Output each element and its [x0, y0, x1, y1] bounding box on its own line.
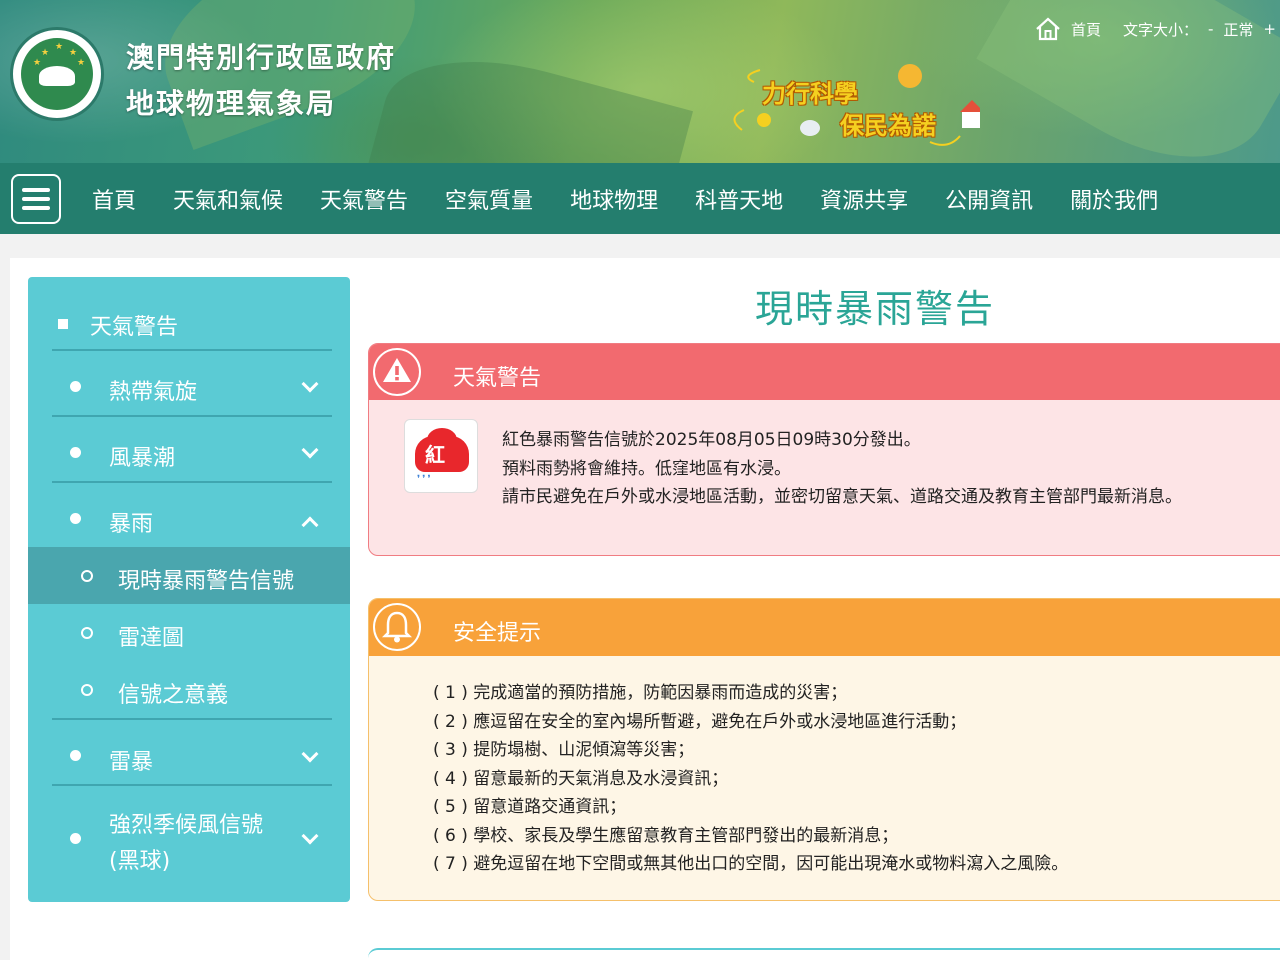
square-bullet-icon — [58, 319, 68, 329]
sidebar-subitem-radar[interactable]: 雷達圖 — [28, 604, 350, 661]
nav-item-about-us[interactable]: 關於我們 — [1070, 183, 1158, 215]
circle-bullet-icon — [81, 684, 93, 696]
warning-line: 紅色暴雨警告信號於2025年08月05日09時30分發出。 — [502, 430, 921, 450]
warning-message: 紅色暴雨警告信號於2025年08月05日09時30分發出。 預料雨勢將會維持。低… — [502, 426, 1182, 512]
sidebar-item-rainstorm[interactable]: 暴雨 — [52, 483, 332, 549]
next-panel-edge — [368, 948, 1280, 960]
bullet-icon — [70, 447, 81, 458]
sidebar-subitem-label: 雷達圖 — [118, 626, 185, 651]
bullet-icon — [70, 381, 81, 392]
slogan-line1: 力行科學 — [762, 80, 858, 108]
sidebar-heading[interactable]: 天氣警告 — [52, 299, 332, 351]
page-title: 現時暴雨警告 — [754, 287, 995, 331]
macau-emblem-logo[interactable]: ★ ★ ★ ★ ★ — [10, 27, 104, 121]
font-normal-button[interactable]: 正常 — [1223, 19, 1253, 40]
safety-tip-item: ( 4 ) 留意最新的天氣消息及水浸資訊； — [433, 768, 729, 789]
alert-triangle-icon — [369, 344, 425, 400]
nav-item-resources[interactable]: 資源共享 — [820, 183, 908, 215]
safety-tip-item: ( 3 ) 提防塌樹、山泥傾瀉等災害； — [433, 740, 695, 760]
chevron-down-icon[interactable] — [301, 441, 319, 459]
safety-tip-item: ( 5 ) 留意道路交通資訊； — [433, 797, 627, 817]
bell-icon — [369, 599, 425, 655]
sidebar-subitem-label: 信號之意義 — [118, 683, 229, 708]
top-links: 首頁 文字大小： - 正常 + — [1035, 14, 1280, 44]
safety-tips-panel-title: 安全提示 — [453, 621, 542, 646]
home-icon[interactable] — [1035, 16, 1061, 42]
safety-tips-list: ( 1 ) 完成適當的預防措施，防範因暴雨而造成的災害； ( 2 ) 應逗留在安… — [433, 679, 1068, 879]
sidebar-heading-label: 天氣警告 — [90, 315, 179, 340]
warning-line: 預料雨勢將會維持。低窪地區有水浸。 — [502, 458, 791, 479]
nav-item-public-info[interactable]: 公開資訊 — [945, 183, 1033, 215]
weather-warning-panel-title: 天氣警告 — [453, 366, 542, 391]
signal-icon-text: 紅 — [425, 443, 445, 467]
sidebar-subitem-label: 現時暴雨警告信號 — [118, 569, 295, 594]
header-banner: ★ ★ ★ ★ ★ 澳門特別行政區政府 地球物理氣象局 力行科學 保民為諾 首頁… — [0, 0, 1280, 163]
nav-item-weather-climate[interactable]: 天氣和氣候 — [173, 183, 283, 215]
sidebar-subitem-signal-meaning[interactable]: 信號之意義 — [28, 661, 350, 718]
main-nav: 首頁 天氣和氣候 天氣警告 空氣質量 地球物理 科普天地 資源共享 公開資訊 關… — [0, 163, 1280, 234]
font-increase-button[interactable]: + — [1263, 20, 1276, 38]
sidebar-item-strong-monsoon-signal[interactable]: 強烈季候風信號(黑球) — [52, 786, 332, 886]
top-home-link[interactable]: 首頁 — [1071, 19, 1101, 40]
banner-leaf-decoration — [366, 33, 694, 163]
slogan-line2: 保民為諾 — [840, 112, 936, 140]
safety-tips-panel: 安全提示 ( 1 ) 完成適當的預防措施，防範因暴雨而造成的災害； ( 2 ) … — [368, 598, 1280, 901]
org-name-line1: 澳門特別行政區政府 — [126, 41, 397, 74]
weather-warning-panel-header: 天氣警告 — [369, 344, 1280, 400]
sidebar-item-label: 雷暴 — [109, 750, 154, 775]
sidebar-item-label: 風暴潮 — [109, 446, 176, 471]
weather-warning-panel: 天氣警告 紅 ❜❜❜ 紅色暴雨警告信號於2025年08月05日09時30分發出。… — [368, 343, 1280, 556]
nav-item-science[interactable]: 科普天地 — [695, 183, 783, 215]
sidebar-item-label: 強烈季候風信號(黑球) — [109, 813, 264, 874]
chevron-down-icon[interactable] — [301, 827, 319, 845]
nav-item-air-quality[interactable]: 空氣質量 — [445, 183, 533, 215]
nav-item-weather-warnings[interactable]: 天氣警告 — [320, 183, 408, 215]
sidebar-item-storm-surge[interactable]: 風暴潮 — [52, 417, 332, 483]
hamburger-menu-icon[interactable] — [11, 174, 61, 224]
safety-tip-item: ( 6 ) 學校、家長及學生應留意教育主管部門發出的最新消息； — [433, 825, 899, 846]
sidebar-subitem-current-rainstorm-signal[interactable]: 現時暴雨警告信號 — [28, 547, 350, 604]
bullet-icon — [70, 750, 81, 761]
font-size-label: 文字大小： — [1122, 20, 1198, 39]
org-name-line2: 地球物理氣象局 — [126, 87, 337, 120]
sidebar: 天氣警告 熱帶氣旋 風暴潮 暴雨 現時暴雨警告信號 雷達圖 信號之意義 雷暴 強… — [28, 277, 350, 902]
safety-tip-item: ( 1 ) 完成適當的預防措施，防範因暴雨而造成的災害； — [433, 683, 848, 703]
red-rainstorm-signal-icon: 紅 ❜❜❜ — [404, 419, 478, 493]
safety-tip-item: ( 2 ) 應逗留在安全的室內場所暫避，避免在戶外或水浸地區進行活動； — [433, 711, 967, 732]
sidebar-item-label: 熱帶氣旋 — [109, 380, 198, 405]
font-decrease-button[interactable]: - — [1208, 20, 1213, 38]
sidebar-item-tropical-cyclone[interactable]: 熱帶氣旋 — [52, 351, 332, 417]
nav-item-geophysics[interactable]: 地球物理 — [570, 183, 658, 215]
warning-line: 請市民避免在戶外或水浸地區活動，並密切留意天氣、道路交通及教育主管部門最新消息。 — [502, 487, 1182, 507]
circle-bullet-icon — [81, 627, 93, 639]
safety-tips-panel-header: 安全提示 — [369, 599, 1280, 656]
chevron-down-icon[interactable] — [301, 745, 319, 763]
nav-item-home[interactable]: 首頁 — [92, 183, 136, 215]
safety-tip-item: ( 7 ) 避免逗留在地下空間或無其他出口的空間，因可能出現淹水或物料瀉入之風險… — [433, 854, 1069, 874]
bullet-icon — [70, 513, 81, 524]
circle-bullet-icon — [81, 570, 93, 582]
sidebar-item-thunderstorm[interactable]: 雷暴 — [52, 718, 332, 786]
bullet-icon — [70, 833, 81, 844]
chevron-up-icon[interactable] — [301, 516, 319, 534]
sidebar-item-label: 暴雨 — [109, 512, 154, 537]
chevron-down-icon[interactable] — [301, 375, 319, 393]
